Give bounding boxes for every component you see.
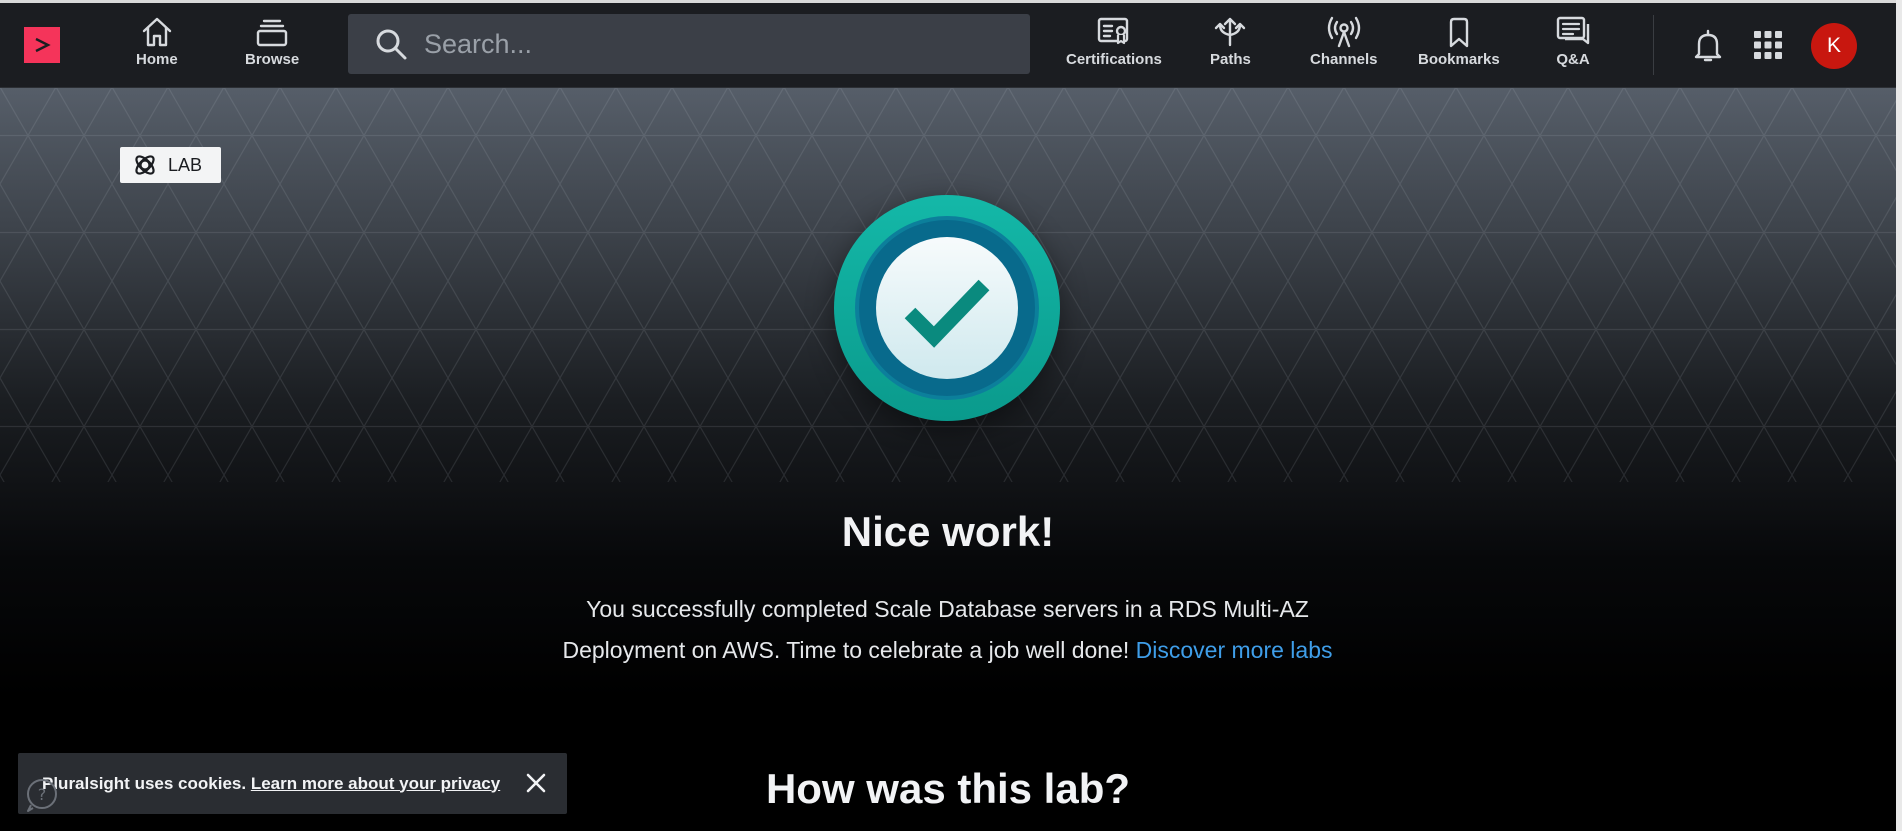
lab-badge: LAB	[120, 147, 221, 183]
browse-icon	[256, 19, 288, 47]
cookie-message: Pluralsight uses cookies.	[42, 773, 247, 793]
completion-message: You successfully completed Scale Databas…	[520, 589, 1375, 671]
broadcast-icon	[1327, 16, 1360, 48]
cookie-banner: Pluralsight uses cookies. Learn more abo…	[18, 753, 567, 814]
nav-bookmarks-label: Bookmarks	[1418, 51, 1500, 68]
message-line-1: You successfully completed Scale Databas…	[586, 596, 1309, 622]
message-line-2: Deployment on AWS. Time to celebrate a j…	[562, 637, 1130, 663]
play-logo-icon	[35, 37, 51, 53]
lab-complete-page: Home Browse Certifications	[0, 0, 1902, 831]
nav-paths-label: Paths	[1210, 51, 1251, 68]
nav-qa-label: Q&A	[1556, 51, 1590, 68]
cookie-text: Pluralsight uses cookies. Learn more abo…	[42, 774, 500, 794]
nav-paths[interactable]: Paths	[1210, 15, 1251, 68]
top-navbar: Home Browse Certifications	[0, 3, 1896, 88]
lab-atom-icon	[135, 155, 155, 175]
search-input[interactable]	[422, 27, 986, 61]
lab-badge-label: LAB	[168, 154, 203, 175]
checkmark-icon	[834, 195, 1060, 421]
pluralsight-logo[interactable]	[24, 27, 60, 63]
bell-icon[interactable]	[1693, 29, 1723, 63]
nav-bookmarks[interactable]: Bookmarks	[1418, 15, 1500, 68]
discover-more-labs-link[interactable]: Discover more labs	[1136, 637, 1333, 663]
search-icon	[376, 29, 407, 60]
close-icon[interactable]	[526, 773, 546, 793]
nav-qa[interactable]: Q&A	[1555, 15, 1591, 68]
paths-icon	[1215, 17, 1246, 47]
search-bar[interactable]	[348, 14, 1030, 74]
privacy-link[interactable]: Learn more about your privacy	[251, 774, 500, 793]
help-chat-icon[interactable]: ?	[24, 776, 60, 812]
nav-browse[interactable]: Browse	[245, 17, 299, 68]
svg-text:?: ?	[38, 785, 47, 804]
nav-certifications[interactable]: Certifications	[1066, 15, 1162, 68]
chat-icon	[1556, 16, 1590, 45]
nav-channels[interactable]: Channels	[1310, 15, 1378, 68]
home-icon	[142, 17, 172, 47]
window-frame-right	[1896, 0, 1902, 831]
nav-certifications-label: Certifications	[1066, 51, 1162, 68]
completion-headline: Nice work!	[841, 508, 1055, 555]
nav-divider	[1653, 15, 1654, 75]
nav-home[interactable]: Home	[136, 15, 178, 68]
nav-home-label: Home	[136, 51, 178, 68]
user-avatar[interactable]: K	[1811, 23, 1857, 69]
bookmark-icon	[1449, 17, 1469, 48]
nav-channels-label: Channels	[1310, 51, 1378, 68]
nav-browse-label: Browse	[245, 51, 300, 68]
grid-icon[interactable]	[1754, 31, 1782, 59]
certification-icon	[1097, 17, 1129, 45]
